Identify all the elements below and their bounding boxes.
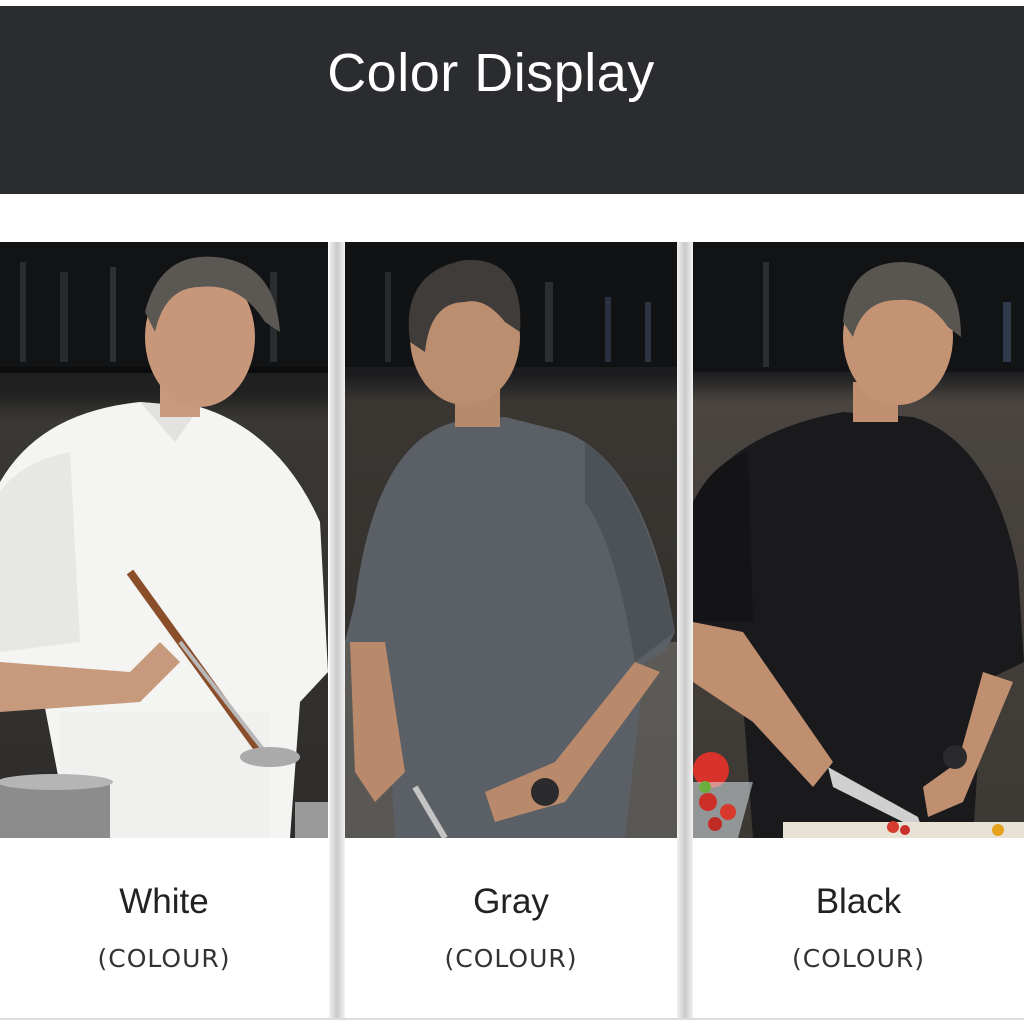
chef-photo-black	[693, 242, 1024, 838]
chef-photo-gray	[345, 242, 677, 838]
chef-photo-white	[0, 242, 328, 838]
color-card-white[interactable]: White (COLOUR)	[0, 242, 328, 1020]
color-display-page: Color Display White (COLOUR) Gray (COLOU…	[0, 0, 1024, 1024]
color-name-label: White	[119, 882, 209, 921]
color-sub-label: (COLOUR)	[791, 944, 926, 973]
column-divider	[329, 242, 345, 1020]
bottom-rule	[0, 1018, 1024, 1020]
header-banner: Color Display	[0, 6, 1024, 194]
color-card-gray[interactable]: Gray (COLOUR)	[345, 242, 677, 1020]
color-sub-label: (COLOUR)	[444, 944, 578, 973]
color-name-label: Black	[815, 882, 902, 921]
color-card-black[interactable]: Black (COLOUR)	[693, 242, 1024, 1020]
page-title: Color Display	[327, 43, 655, 103]
color-name-label: Gray	[473, 882, 549, 921]
column-divider	[677, 242, 693, 1020]
color-sub-label: (COLOUR)	[97, 944, 231, 973]
